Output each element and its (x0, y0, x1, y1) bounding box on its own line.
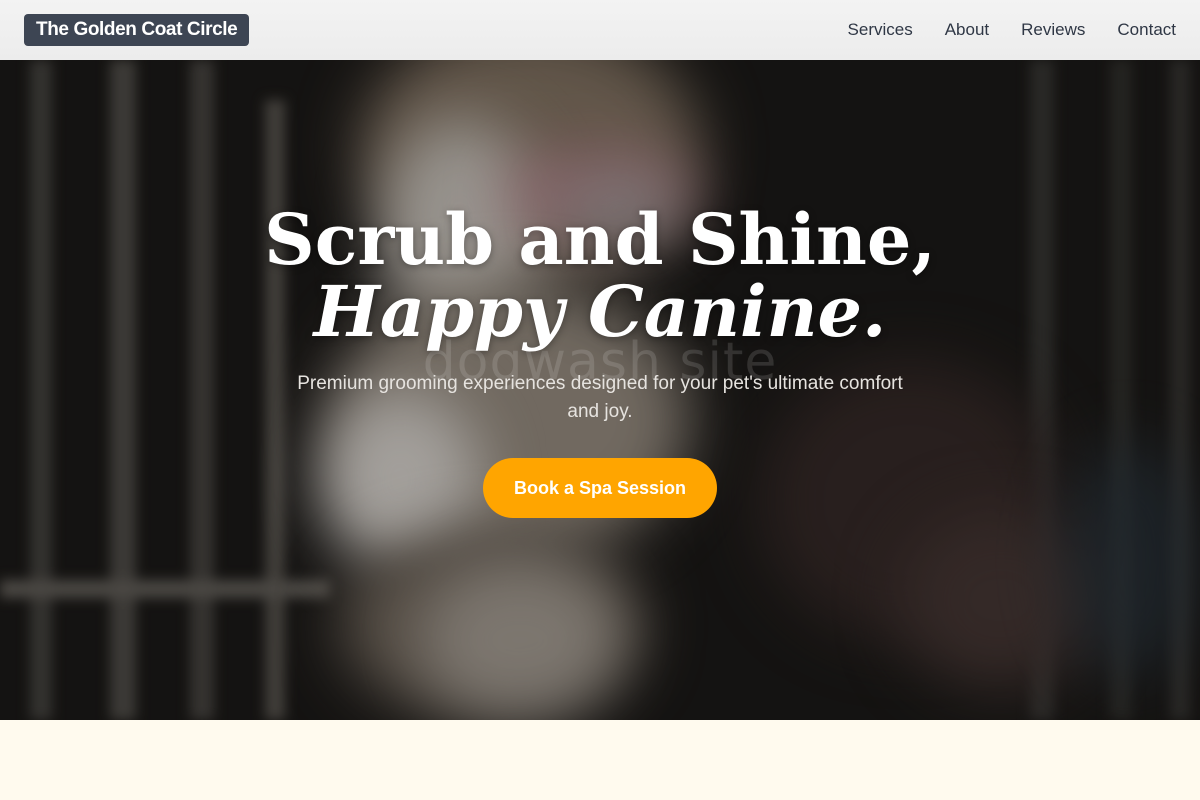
next-section (0, 720, 1200, 800)
site-header: The Golden Coat Circle Services About Re… (0, 0, 1200, 60)
hero-subtitle: Premium grooming experiences designed fo… (297, 373, 903, 422)
site-logo[interactable]: The Golden Coat Circle (24, 14, 250, 46)
nav-link-about[interactable]: About (945, 20, 989, 40)
nav-link-reviews[interactable]: Reviews (1021, 20, 1085, 40)
hero-headline-line2: Happy Canine. (313, 270, 887, 353)
main-nav: Services About Reviews Contact (848, 20, 1176, 40)
nav-link-contact[interactable]: Contact (1117, 20, 1176, 40)
book-spa-session-button[interactable]: Book a Spa Session (483, 458, 717, 518)
hero-section: dogwash site Scrub and Shine, Happy Cani… (0, 60, 1200, 720)
nav-link-services[interactable]: Services (848, 20, 913, 40)
